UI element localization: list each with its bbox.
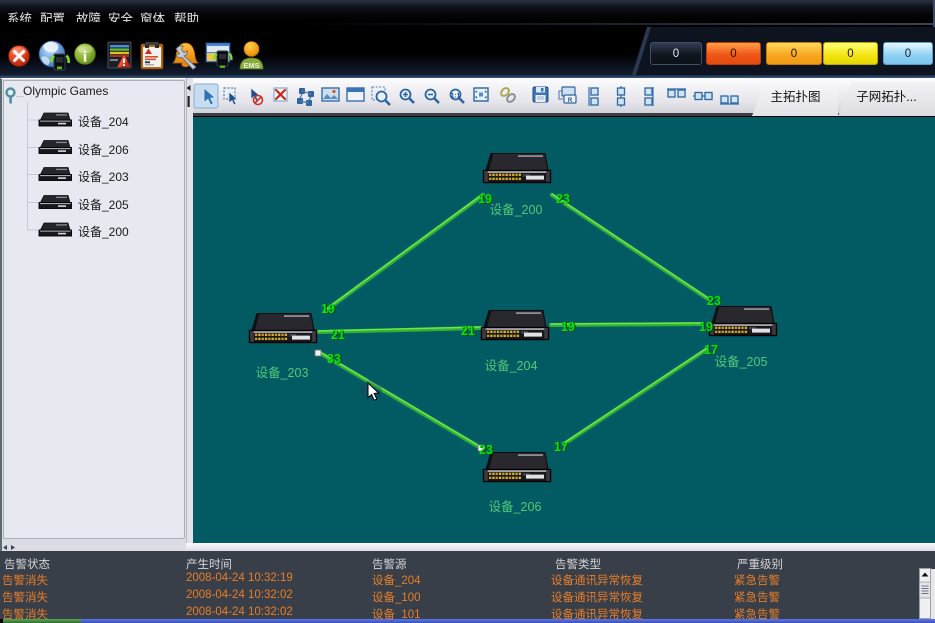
svg-text:设备_203: 设备_203 [256, 365, 309, 380]
svg-text:1:1: 1:1 [451, 93, 461, 100]
svg-text:R: R [568, 98, 573, 104]
svg-text:i: i [83, 49, 88, 66]
svg-text:设备_206: 设备_206 [489, 499, 542, 514]
svg-text:设备_205: 设备_205 [715, 354, 768, 369]
svg-text:设备_204: 设备_204 [485, 358, 538, 373]
svg-text:设备_200: 设备_200 [490, 202, 543, 217]
svg-text:EMS: EMS [243, 61, 259, 70]
